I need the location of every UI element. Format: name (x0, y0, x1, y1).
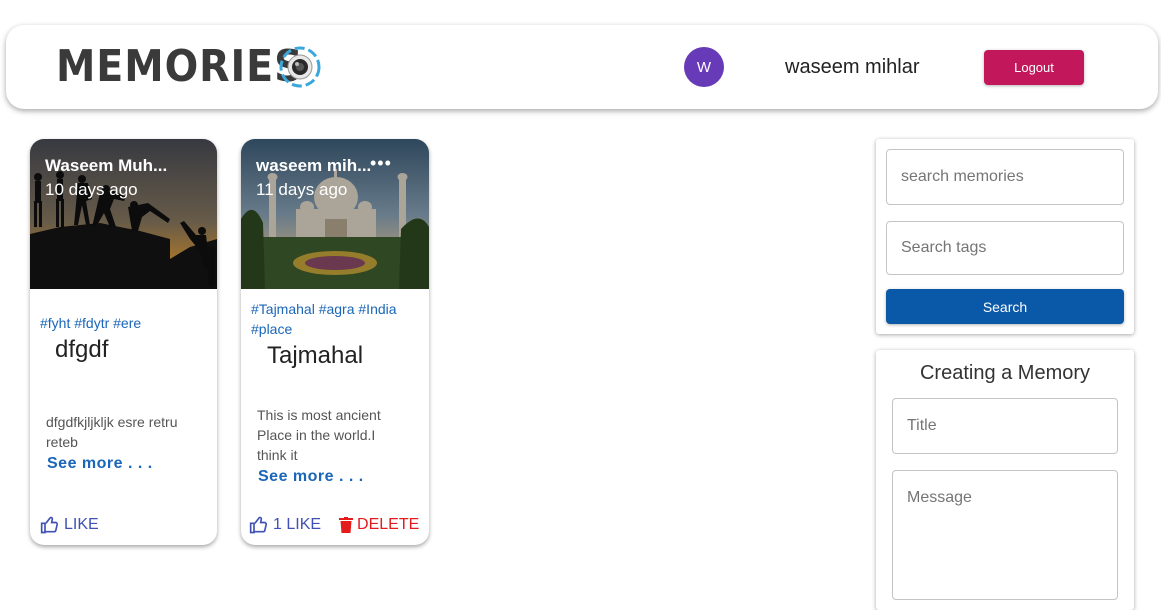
card-actions: LIKE (40, 515, 99, 535)
taj-mahal-image: waseem mih... ••• 11 days ago (241, 139, 429, 289)
logout-button[interactable]: Logout (984, 50, 1084, 85)
thumb-up-icon (40, 516, 59, 534)
avatar[interactable]: W (684, 47, 724, 87)
more-horizontal-icon[interactable]: ••• (370, 153, 392, 174)
search-tags-input[interactable] (886, 221, 1124, 275)
card-title: Tajmahal (267, 342, 364, 369)
create-memory-panel: Creating a Memory (876, 350, 1134, 610)
people-climbing-sunset-image: Waseem Muh... 10 days ago (30, 139, 217, 289)
message-field[interactable] (892, 470, 1118, 600)
see-more-link[interactable]: See more . . . (47, 455, 153, 473)
card-time: 11 days ago (256, 180, 348, 199)
delete-button[interactable]: DELETE (339, 516, 419, 534)
like-label: LIKE (64, 516, 99, 533)
memory-card[interactable]: Waseem Muh... 10 days ago #fyht #fdytr #… (30, 139, 217, 545)
card-tags: #Tajmahal #agra #India #place (251, 301, 397, 337)
app-bar: Memories W waseem mihlar Logout (6, 25, 1158, 109)
trash-icon (339, 517, 354, 533)
card-actions: 1 LIKE DELETE (249, 515, 419, 535)
card-creator: Waseem Muh... (45, 156, 168, 175)
like-button[interactable]: LIKE (40, 515, 99, 535)
card-title: dfgdf (55, 336, 109, 363)
card-message: dfgdfkjljkljk esre retru reteb (46, 414, 178, 450)
form-title: Creating a Memory (919, 362, 1091, 384)
card-creator: waseem mih... (256, 156, 372, 175)
card-time: 10 days ago (45, 180, 138, 199)
like-label: 1 LIKE (273, 516, 322, 533)
brand-title: Memories (56, 41, 304, 92)
username: waseem mihlar (785, 56, 920, 78)
search-panel: Search (876, 139, 1134, 334)
search-memories-input[interactable] (886, 149, 1124, 205)
title-field[interactable] (892, 398, 1118, 454)
like-button[interactable]: 1 LIKE (249, 515, 321, 535)
card-tags: #fyht #fdytr #ere (40, 315, 142, 331)
delete-label: DELETE (357, 516, 420, 533)
card-message: This is most ancient Place in the world.… (257, 407, 381, 463)
camera-lens-logo-icon (279, 46, 321, 88)
thumb-up-icon (249, 516, 268, 534)
search-button[interactable]: Search (886, 289, 1124, 324)
see-more-link[interactable]: See more . . . (258, 468, 364, 486)
memory-card[interactable]: waseem mih... ••• 11 days ago #Tajmahal … (241, 139, 429, 545)
